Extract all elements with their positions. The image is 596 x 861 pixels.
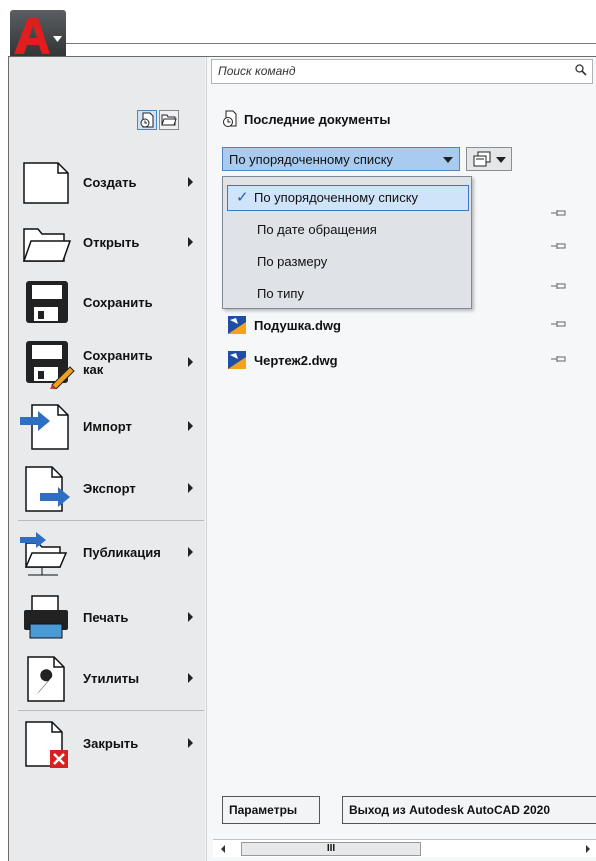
- order-by-menu: ✓ По упорядоченному списку По дате обращ…: [222, 176, 472, 309]
- menu-item-label: Публикация: [83, 545, 161, 560]
- menu-separator: [18, 710, 204, 711]
- menu-item-label: Импорт: [83, 419, 132, 434]
- import-icon: [18, 401, 76, 453]
- menu-item-new[interactable]: Создать: [18, 155, 200, 211]
- order-option-access-date[interactable]: По дате обращения: [227, 217, 469, 243]
- option-label: По дате обращения: [257, 222, 377, 237]
- recent-documents-icon: [140, 112, 154, 128]
- chevron-right-icon: [188, 357, 193, 367]
- menu-item-label: Сохранить как: [83, 348, 153, 377]
- order-option-type[interactable]: По типу: [227, 281, 469, 307]
- open-folder-icon: [161, 114, 177, 126]
- title-bar-line: [66, 43, 596, 44]
- search-input[interactable]: Поиск команд: [211, 59, 593, 84]
- menu-item-export[interactable]: Экспорт: [18, 461, 200, 517]
- open-folder-icon: [18, 217, 76, 269]
- caret-down-icon: [496, 157, 506, 163]
- recent-documents-icon: [223, 110, 237, 127]
- recent-file-item[interactable]: Чертеж2.dwg: [228, 351, 338, 369]
- printer-icon: [18, 592, 76, 644]
- options-button[interactable]: Параметры: [222, 796, 320, 824]
- scroll-left-icon[interactable]: [221, 845, 225, 853]
- chevron-right-icon: [188, 177, 193, 187]
- order-option-size[interactable]: По размеру: [227, 249, 469, 275]
- options-button-label: Параметры: [229, 803, 298, 817]
- menu-separator: [18, 520, 204, 521]
- menu-item-utilities[interactable]: Утилиты: [18, 651, 200, 707]
- new-file-icon: [18, 157, 76, 209]
- menu-item-import[interactable]: Импорт: [18, 399, 200, 455]
- caret-down-icon: [443, 157, 453, 163]
- pin-icon[interactable]: [551, 208, 567, 218]
- chevron-right-icon: [188, 673, 193, 683]
- order-by-selected: По упорядоченному списку: [229, 152, 394, 167]
- scroll-thumb[interactable]: III: [241, 842, 421, 856]
- order-by-dropdown[interactable]: По упорядоченному списку: [222, 147, 460, 171]
- chevron-right-icon: [188, 421, 193, 431]
- chevron-right-icon: [188, 738, 193, 748]
- wrench-icon: [18, 653, 76, 705]
- pin-icon[interactable]: [551, 281, 567, 291]
- pin-icon[interactable]: [551, 354, 567, 364]
- pin-icon[interactable]: [551, 241, 567, 251]
- exit-button[interactable]: Выход из Autodesk AutoCAD 2020: [342, 796, 596, 824]
- menu-item-label: Печать: [83, 610, 129, 625]
- recent-documents-heading: Последние документы: [222, 110, 391, 128]
- option-label: По упорядоченному списку: [254, 190, 419, 205]
- scroll-right-icon[interactable]: [586, 845, 590, 853]
- close-file-icon: [18, 718, 76, 770]
- file-name: Подушка.dwg: [254, 317, 341, 333]
- recent-documents-view-button[interactable]: [137, 110, 157, 130]
- horizontal-scrollbar[interactable]: III: [213, 839, 596, 857]
- export-icon: [18, 463, 76, 515]
- menu-item-publish[interactable]: Публикация: [18, 525, 200, 581]
- display-mode-button[interactable]: [466, 147, 512, 171]
- exit-button-label: Выход из Autodesk AutoCAD 2020: [349, 803, 550, 817]
- menu-item-save-as[interactable]: Сохранить как: [18, 335, 200, 391]
- dwg-file-icon: [228, 316, 246, 334]
- chevron-right-icon: [188, 612, 193, 622]
- menu-item-label: Сохранить: [83, 295, 153, 310]
- scroll-thumb-grip: III: [326, 843, 336, 854]
- menu-item-print[interactable]: Печать: [18, 590, 200, 646]
- search-placeholder: Поиск команд: [218, 64, 296, 78]
- open-documents-view-button[interactable]: [159, 110, 179, 130]
- menu-item-label: Утилиты: [83, 671, 140, 686]
- menu-item-label: Закрыть: [83, 736, 139, 751]
- recent-documents-title: Последние документы: [244, 111, 391, 127]
- pin-icon[interactable]: [551, 319, 567, 329]
- document-view-toggle: [137, 110, 179, 130]
- menu-item-label: Создать: [83, 175, 137, 190]
- menu-item-label: Открыть: [83, 235, 140, 250]
- menu-item-close[interactable]: Закрыть: [18, 716, 200, 772]
- save-disk-icon: [18, 277, 76, 329]
- chevron-right-icon: [188, 483, 193, 493]
- order-option-ordered-list[interactable]: ✓ По упорядоченному списку: [227, 185, 469, 211]
- publish-icon: [18, 527, 76, 579]
- menu-item-save[interactable]: Сохранить: [18, 275, 200, 331]
- menu-item-label: Экспорт: [83, 481, 136, 496]
- option-label: По размеру: [257, 254, 328, 269]
- search-icon: [575, 64, 587, 76]
- menu-item-open[interactable]: Открыть: [18, 215, 200, 271]
- icon-view-icon: [473, 151, 491, 167]
- file-name: Чертеж2.dwg: [254, 352, 338, 368]
- chevron-right-icon: [188, 237, 193, 247]
- dwg-file-icon: [228, 351, 246, 369]
- chevron-right-icon: [188, 547, 193, 557]
- recent-file-item[interactable]: Подушка.dwg: [228, 316, 341, 334]
- save-as-icon: [18, 337, 76, 390]
- checkmark-icon: ✓: [236, 189, 249, 206]
- option-label: По типу: [257, 286, 304, 301]
